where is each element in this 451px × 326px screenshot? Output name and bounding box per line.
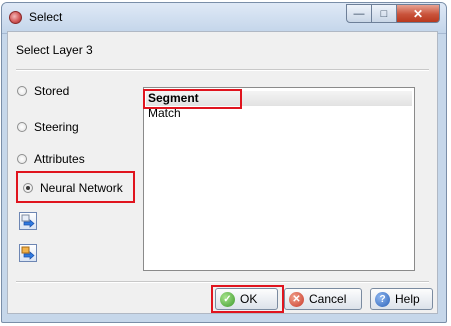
maximize-button[interactable]: □ [372,4,397,23]
radio-indicator[interactable] [17,122,27,132]
radio-indicator[interactable] [17,154,27,164]
help-icon: ? [375,291,390,307]
load-button[interactable] [19,212,37,230]
cancel-button[interactable]: ✕ Cancel [284,288,362,310]
radio-neural-network[interactable]: Neural Network [23,179,123,197]
import-arrow-icon [21,246,35,260]
caption-buttons: — □ ✕ [346,4,440,24]
ok-button[interactable]: ✓ OK [215,288,278,310]
radio-stored[interactable]: Stored [17,82,69,100]
close-button[interactable]: ✕ [397,4,440,23]
ok-label: OK [240,292,258,306]
load-arrow-icon [21,214,35,228]
dialog-header-label: Select Layer 3 [16,43,93,57]
minimize-button[interactable]: — [346,4,372,23]
radio-steering[interactable]: Steering [17,118,79,136]
layer-listbox[interactable]: Segment Match [143,87,415,271]
check-icon: ✓ [220,291,235,307]
radio-indicator[interactable] [23,183,33,193]
help-button[interactable]: ? Help [370,288,433,310]
cancel-icon: ✕ [289,291,304,307]
radio-indicator[interactable] [17,86,27,96]
radio-label: Stored [34,84,70,98]
list-item[interactable]: Segment [146,91,412,106]
window-title: Select [29,10,63,24]
dialog-content: Select Layer 3 Stored Steering Attribute… [7,31,438,314]
radio-label: Attributes [34,152,85,166]
import-button[interactable] [19,244,37,262]
list-item[interactable]: Match [146,106,412,121]
help-label: Help [395,292,420,306]
radio-label: Steering [34,120,79,134]
radio-label: Neural Network [40,181,123,195]
bottom-separator [16,281,429,283]
top-separator [16,69,429,71]
app-icon [9,11,22,24]
radio-attributes[interactable]: Attributes [17,150,85,168]
title-bar[interactable]: Select — □ ✕ [2,3,446,34]
cancel-label: Cancel [309,292,347,306]
